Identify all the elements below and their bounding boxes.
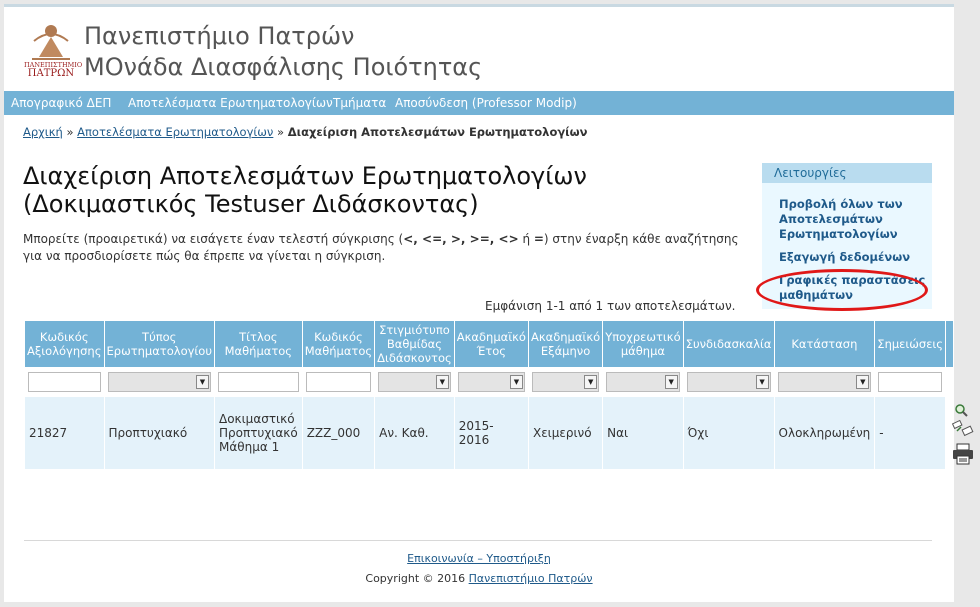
page-title-line1: Διαχείριση Αποτελεσμάτων Ερωτηματολογίων bbox=[23, 162, 587, 190]
filter-rank-select[interactable]: ▼ bbox=[378, 372, 451, 392]
filter-coteaching-select[interactable]: ▼ bbox=[686, 372, 771, 392]
nav-item-departments[interactable]: Τμήματα bbox=[333, 91, 386, 115]
col-header-notes[interactable]: Σημειώσεις bbox=[875, 321, 946, 367]
col-header-evaluation-code[interactable]: Κωδικός Αξιολόγησης bbox=[25, 321, 104, 367]
cell-coteaching: Όχι bbox=[683, 397, 774, 469]
sidebar-link-view-all-results[interactable]: Προβολή όλων των Αποτελεσμάτων Ερωτηματο… bbox=[779, 197, 929, 242]
page-title: Διαχείριση Αποτελεσμάτων Ερωτηματολογίων… bbox=[23, 162, 753, 218]
filter-mandatory-select[interactable]: ▼ bbox=[606, 372, 680, 392]
filter-status-select[interactable]: ▼ bbox=[777, 372, 872, 392]
col-header-rank[interactable]: Στιγμιότυπο Βαθμίδας Διδάσκοντος bbox=[375, 321, 454, 367]
filter-evaluation-code-input[interactable] bbox=[28, 372, 101, 392]
sidebar-heading: Λειτουργίες bbox=[762, 163, 932, 183]
col-header-questionnaire-type[interactable]: Τύπος Ερωτηματολογίου bbox=[104, 321, 214, 367]
breadcrumb-results[interactable]: Αποτελέσματα Ερωτηματολογίων bbox=[77, 125, 273, 139]
cell-questionnaire-type: Προπτυχιακό bbox=[104, 397, 214, 469]
cell-notes: - bbox=[875, 397, 946, 469]
filter-cell: ▼ bbox=[774, 368, 875, 396]
breadcrumb-home[interactable]: Αρχική bbox=[23, 125, 63, 139]
filter-row: ▼ ▼ ▼ ▼ ▼ ▼ ▼ bbox=[25, 368, 953, 396]
col-header-coteaching[interactable]: Συνδιδασκαλία bbox=[683, 321, 774, 367]
intro-text: Μπορείτε (προαιρετικά) να εισάγετε έναν … bbox=[23, 231, 753, 265]
filter-cell bbox=[946, 368, 953, 396]
cell-mandatory: Ναι bbox=[603, 397, 683, 469]
logo-text-big: ΠΑΤΡΩΝ bbox=[27, 68, 75, 79]
dropdown-arrow-icon: ▼ bbox=[584, 375, 598, 389]
cell-evaluation-code: 21827 bbox=[25, 397, 104, 469]
footer-university-link[interactable]: Πανεπιστήμιο Πατρών bbox=[469, 572, 593, 585]
filter-course-code-input[interactable] bbox=[305, 372, 372, 392]
cell-academic-year: 2015-2016 bbox=[454, 397, 528, 469]
footer-contact-link[interactable]: Επικοινωνία – Υποστήριξη bbox=[407, 552, 551, 565]
footer-contact: Επικοινωνία – Υποστήριξη bbox=[4, 552, 954, 565]
site-title: Πανεπιστήμιο Πατρών ΜΟνάδα Διασφάλισης Π… bbox=[84, 21, 482, 83]
nav-item-questionnaire-results[interactable]: Αποτελέσματα Ερωτηματολογίων bbox=[128, 91, 333, 115]
col-header-status[interactable]: Κατάσταση bbox=[774, 321, 875, 367]
page: ΠΑΝΕΠΙΣΤΗΜΙΟ ΠΑΤΡΩΝ Πανεπιστήμιο Πατρών … bbox=[4, 4, 974, 602]
dropdown-arrow-icon: ▼ bbox=[509, 375, 523, 389]
filter-cell: ▼ bbox=[683, 368, 774, 396]
filter-cell bbox=[875, 368, 946, 396]
filter-cell: ▼ bbox=[528, 368, 603, 396]
filter-cell bbox=[302, 368, 375, 396]
nav-item-dep-census[interactable]: Απογραφικό ΔΕΠ bbox=[11, 91, 111, 115]
sidebar-link-course-charts[interactable]: Γραφικές παραστάσεις μαθημάτων bbox=[779, 273, 929, 303]
cell-rank: Αν. Καθ. bbox=[375, 397, 454, 469]
view-icon[interactable] bbox=[954, 403, 968, 417]
page-title-line2: (Δοκιμαστικός Testuser Διδάσκοντας) bbox=[23, 190, 479, 218]
table-header-row: Κωδικός Αξιολόγησης Τύπος Ερωτηματολογίο… bbox=[25, 321, 953, 367]
site-header: ΠΑΝΕΠΙΣΤΗΜΙΟ ΠΑΤΡΩΝ Πανεπιστήμιο Πατρών … bbox=[4, 7, 954, 90]
filter-cell: ▼ bbox=[375, 368, 454, 396]
nav-item-logout[interactable]: Αποσύνδεση (Professor Modip) bbox=[395, 91, 577, 115]
filter-course-title-input[interactable] bbox=[218, 372, 299, 392]
dropdown-arrow-icon: ▼ bbox=[856, 375, 870, 389]
cell-semester: Χειμερινό bbox=[528, 397, 603, 469]
col-header-mandatory[interactable]: Υποχρεωτικό μάθημα bbox=[603, 321, 683, 367]
col-header-actions bbox=[946, 321, 953, 367]
cell-course-code: ZZZ_000 bbox=[302, 397, 375, 469]
breadcrumb-separator: » bbox=[277, 125, 285, 139]
results-summary: Εμφάνιση 1-1 από 1 των αποτελεσμάτων. bbox=[485, 299, 736, 313]
filter-semester-select[interactable]: ▼ bbox=[531, 372, 600, 392]
sidebar-link-export-data[interactable]: Εξαγωγή δεδομένων bbox=[779, 250, 929, 265]
col-header-course-code[interactable]: Κωδικός Μαθήματος bbox=[302, 321, 375, 367]
filter-cell: ▼ bbox=[603, 368, 683, 396]
breadcrumb-current: Διαχείριση Αποτελεσμάτων Ερωτηματολογίων bbox=[287, 125, 588, 139]
chart-icon[interactable] bbox=[952, 419, 974, 437]
university-logo[interactable]: ΠΑΝΕΠΙΣΤΗΜΙΟ ΠΑΤΡΩΝ bbox=[24, 21, 82, 79]
site-title-line1: Πανεπιστήμιο Πατρών bbox=[84, 22, 355, 50]
intro-mid: ή bbox=[518, 232, 534, 246]
dropdown-arrow-icon: ▼ bbox=[664, 375, 678, 389]
operations-sidebar: Λειτουργίες Προβολή όλων των Αποτελεσμάτ… bbox=[762, 163, 932, 309]
dropdown-arrow-icon: ▼ bbox=[196, 375, 209, 389]
intro-equals: = bbox=[533, 232, 544, 246]
cell-actions bbox=[946, 397, 974, 469]
filter-cell bbox=[25, 368, 104, 396]
filter-academic-year-select[interactable]: ▼ bbox=[457, 372, 525, 392]
copyright-text: Copyright © 2016 bbox=[365, 572, 469, 585]
col-header-semester[interactable]: Ακαδημαϊκό Εξάμηνο bbox=[528, 321, 603, 367]
filter-questionnaire-type-select[interactable]: ▼ bbox=[107, 372, 211, 392]
filter-cell: ▼ bbox=[454, 368, 528, 396]
cell-course-title: Δοκιμαστικό Προπτυχιακό Μάθημα 1 bbox=[215, 397, 302, 469]
dropdown-arrow-icon: ▼ bbox=[755, 375, 769, 389]
filter-cell bbox=[215, 368, 302, 396]
filter-notes-input[interactable] bbox=[878, 372, 943, 392]
results-table: Κωδικός Αξιολόγησης Τύπος Ερωτηματολογίο… bbox=[24, 320, 974, 470]
site-title-line2: ΜΟνάδα Διασφάλισης Ποιότητας bbox=[84, 53, 483, 81]
print-icon[interactable] bbox=[951, 443, 975, 465]
table-row: 21827 Προπτυχιακό Δοκιμαστικό Προπτυχιακ… bbox=[25, 397, 974, 469]
filter-cell: ▼ bbox=[104, 368, 214, 396]
intro-operators: <, <=, >, >=, <> bbox=[403, 232, 519, 246]
intro-pre: Μπορείτε (προαιρετικά) να εισάγετε έναν … bbox=[23, 232, 404, 246]
breadcrumb-separator: » bbox=[66, 125, 74, 139]
footer-divider bbox=[24, 540, 932, 541]
footer-copyright: Copyright © 2016 Πανεπιστήμιο Πατρών bbox=[4, 572, 954, 585]
main-nav: Απογραφικό ΔΕΠ Αποτελέσματα Ερωτηματολογ… bbox=[4, 91, 954, 115]
col-header-course-title[interactable]: Τίτλος Μαθήματος bbox=[215, 321, 302, 367]
dropdown-arrow-icon: ▼ bbox=[435, 375, 449, 389]
col-header-academic-year[interactable]: Ακαδημαϊκό Έτος bbox=[454, 321, 528, 367]
breadcrumb: Αρχική » Αποτελέσματα Ερωτηματολογίων » … bbox=[23, 125, 587, 139]
cell-status: Ολοκληρωμένη bbox=[774, 397, 875, 469]
